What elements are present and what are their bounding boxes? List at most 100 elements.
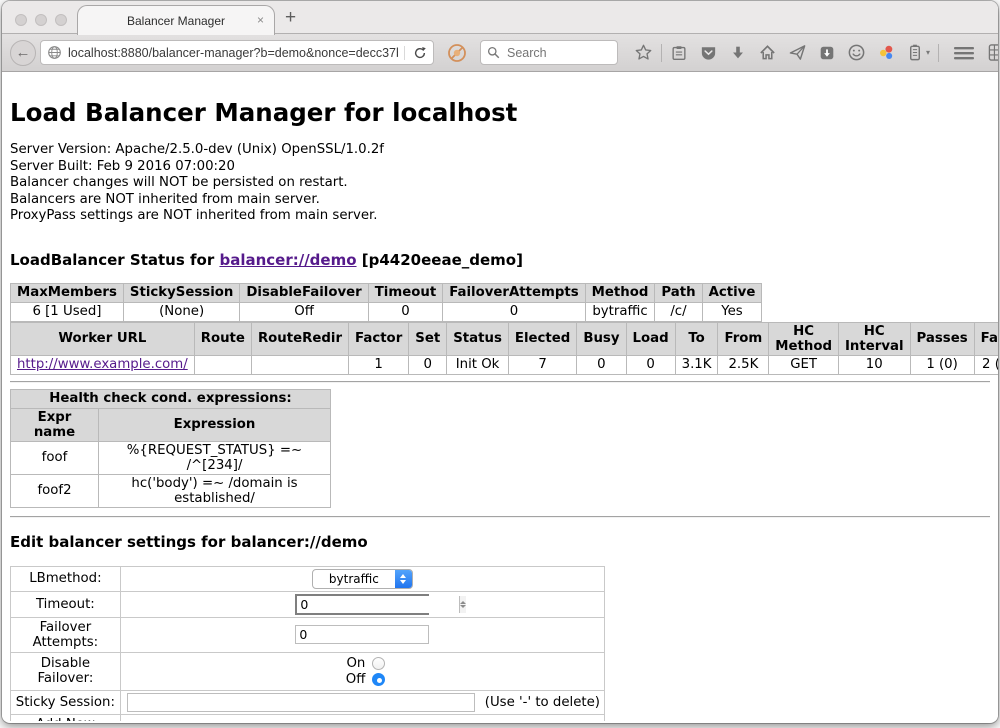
sticky-session-label: Sticky Session: xyxy=(11,690,121,714)
url-bar[interactable]: localhost:8880/balancer-manager?b=demo&n… xyxy=(40,40,434,65)
cell-maxmembers: 6 [1 Used] xyxy=(11,302,124,321)
column-header: StickySession xyxy=(123,283,239,302)
column-header: From xyxy=(718,322,769,355)
feedback-smiley-icon[interactable] xyxy=(847,43,866,62)
disable-failover-on-radio[interactable] xyxy=(372,657,385,670)
column-header: Worker URL xyxy=(11,322,195,355)
timeout-input-wrap xyxy=(295,594,429,615)
server-built: Server Built: Feb 9 2016 07:00:20 xyxy=(10,159,990,176)
navigation-toolbar: ← localhost:8880/balancer-manager?b=demo… xyxy=(2,34,998,72)
worker-table: Worker URL Route RouteRedir Factor Set S… xyxy=(10,322,998,375)
cell-from: 2.5K xyxy=(718,355,769,374)
column-header: Status xyxy=(447,322,509,355)
cell-stickysession: (None) xyxy=(123,302,239,321)
cell-expr-name: foof2 xyxy=(11,474,99,507)
radio-option-on: On xyxy=(125,655,600,672)
close-window-button[interactable] xyxy=(15,14,27,26)
save-to-device-icon[interactable] xyxy=(818,44,836,62)
column-header: Busy xyxy=(577,322,626,355)
column-header: HC Interval xyxy=(838,322,910,355)
cell-hc-method: GET xyxy=(769,355,839,374)
send-tab-icon[interactable] xyxy=(788,43,807,62)
tab-balancer-manager[interactable]: Balancer Manager × xyxy=(77,5,275,35)
back-arrow-icon: ← xyxy=(16,44,31,61)
window-controls[interactable] xyxy=(15,14,67,26)
tile-grid-icon[interactable] xyxy=(987,43,998,62)
back-button[interactable]: ← xyxy=(10,40,36,66)
column-header: Path xyxy=(655,283,702,302)
cell-expression: %{REQUEST_STATUS} =~ /^[234]/ xyxy=(99,441,331,474)
column-header: Method xyxy=(585,283,655,302)
cell-passes: 1 (0) xyxy=(910,355,974,374)
form-row-sticky-session: Sticky Session: (Use '-' to delete) xyxy=(11,690,605,714)
toolbar-separator xyxy=(938,44,939,62)
bookmark-star-icon[interactable] xyxy=(634,43,653,62)
column-header: Route xyxy=(194,322,251,355)
cell-failoverattempts: 0 xyxy=(443,302,585,321)
table-row: http://www.example.com/ 1 0 Init Ok 7 0 … xyxy=(11,355,999,374)
balancer-demo-link[interactable]: balancer://demo xyxy=(219,251,356,269)
disable-failover-label: Disable Failover: xyxy=(11,652,121,690)
new-tab-button[interactable]: + xyxy=(285,7,296,29)
lbmethod-label: LBmethod: xyxy=(11,566,121,591)
cell-set: 0 xyxy=(409,355,447,374)
globe-icon xyxy=(47,45,62,60)
timeout-input[interactable] xyxy=(297,596,459,613)
divider xyxy=(10,381,990,383)
downloads-icon[interactable] xyxy=(729,44,747,62)
column-header: Expression xyxy=(99,408,331,441)
failover-attempts-input[interactable] xyxy=(295,625,429,644)
content-blocked-icon[interactable] xyxy=(447,43,467,63)
cell-elected: 7 xyxy=(508,355,576,374)
browser-window: Balancer Manager × + ← localhost:8880/ba… xyxy=(2,1,998,723)
extension-colordots-icon[interactable] xyxy=(877,43,896,62)
column-header: Active xyxy=(702,283,762,302)
form-row-lbmethod: LBmethod: bytraffic xyxy=(11,566,605,591)
cell-route xyxy=(194,355,251,374)
add-worker-label: Add New Worker: xyxy=(11,714,121,721)
table-title-row: Health check cond. expressions: xyxy=(11,389,331,408)
search-bar[interactable] xyxy=(480,40,618,65)
home-icon[interactable] xyxy=(758,43,777,62)
table-row: 6 [1 Used] (None) Off 0 0 bytraffic /c/ … xyxy=(11,302,762,321)
edit-balancer-form: LBmethod: bytraffic Timeout: xyxy=(10,566,605,721)
pocket-icon[interactable] xyxy=(699,43,718,62)
chevron-down-icon[interactable]: ▾ xyxy=(926,48,930,57)
worker-url-link[interactable]: http://www.example.com/ xyxy=(17,357,188,372)
column-header: DisableFailover xyxy=(240,283,368,302)
cell-hc-interval: 10 xyxy=(838,355,910,374)
status-heading-suffix: [p4420eeae_demo] xyxy=(357,251,523,269)
column-header: Fails xyxy=(974,322,998,355)
column-header: Passes xyxy=(910,322,974,355)
reading-list-icon[interactable] xyxy=(670,44,688,62)
table-header-row: MaxMembers StickySession DisableFailover… xyxy=(11,283,762,302)
disable-failover-off-radio[interactable] xyxy=(372,673,385,686)
form-row-timeout: Timeout: xyxy=(11,591,605,617)
number-stepper-icon[interactable] xyxy=(459,596,466,613)
radio-on-label: On xyxy=(339,656,365,671)
lbmethod-select[interactable]: bytraffic xyxy=(312,569,413,589)
edit-settings-heading: Edit balancer settings for balancer://de… xyxy=(10,533,990,551)
cell-fails: 2 (0) xyxy=(974,355,998,374)
tab-bar: Balancer Manager × + xyxy=(2,1,998,34)
zoom-window-button[interactable] xyxy=(55,14,67,26)
sticky-session-input[interactable] xyxy=(127,693,475,712)
tab-close-icon[interactable]: × xyxy=(257,13,264,27)
cell-expression: hc('body') =~ /domain is established/ xyxy=(99,474,331,507)
session-battery-icon[interactable] xyxy=(907,43,923,62)
balancer-status-table: MaxMembers StickySession DisableFailover… xyxy=(10,283,762,322)
column-header: HC Method xyxy=(769,322,839,355)
minimize-window-button[interactable] xyxy=(35,14,47,26)
search-input[interactable] xyxy=(505,45,605,61)
menu-hamburger-icon[interactable] xyxy=(953,44,975,62)
column-header: Load xyxy=(626,322,675,355)
sticky-session-hint: (Use '-' to delete) xyxy=(485,695,600,710)
reload-button[interactable] xyxy=(404,46,427,60)
cell-disablefailover: Off xyxy=(240,302,368,321)
column-header: MaxMembers xyxy=(11,283,124,302)
table-row: foof %{REQUEST_STATUS} =~ /^[234]/ xyxy=(11,441,331,474)
column-header: Timeout xyxy=(368,283,442,302)
url-text[interactable]: localhost:8880/balancer-manager?b=demo&n… xyxy=(68,46,398,60)
cell-routeredir xyxy=(251,355,348,374)
cell-status: Init Ok xyxy=(447,355,509,374)
